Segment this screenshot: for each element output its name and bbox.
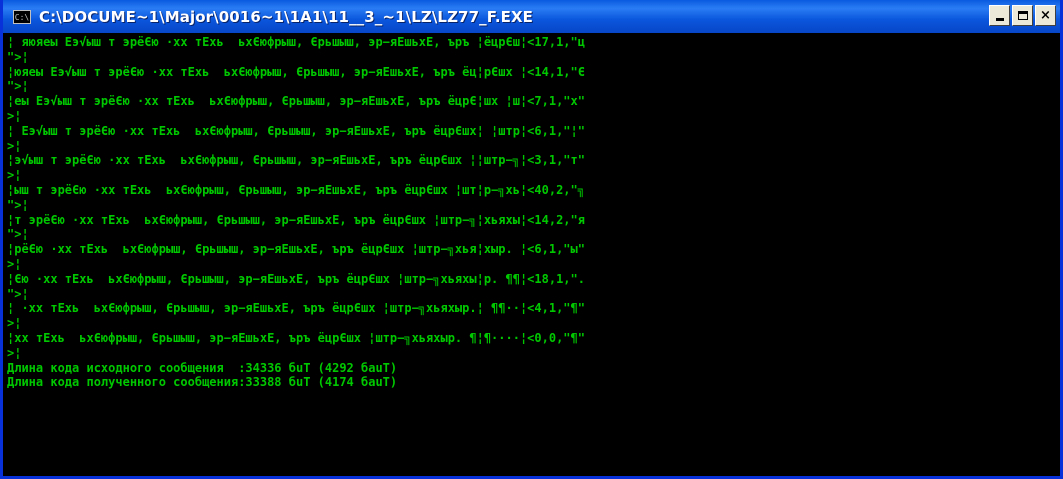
console-window: C:\ C:\DOCUME~1\Major\0016~1\1A1\11__3_~… bbox=[0, 0, 1063, 479]
console-line: ¦э√ыш т эрёЄю ·хх тExь ьхЄюфрыш, Єрьшыш,… bbox=[7, 153, 585, 168]
minimize-button[interactable] bbox=[989, 5, 1010, 26]
console-line: ¦ ·хх тExь ьхЄюфрыш, Єрьшыш, эр−яEшьхE, … bbox=[7, 301, 585, 316]
console-line: ¦еы Eэ√ыш т эрёЄю ·хх тExь ьхЄюфрыш, Єрь… bbox=[7, 94, 585, 109]
minimize-icon bbox=[995, 18, 1004, 21]
console-line: ">¦ bbox=[7, 286, 29, 301]
console-output[interactable]: ¦ яюяеы Eэ√ыш т эрёЄю ·хх тExь ьхЄюфрыш,… bbox=[3, 33, 1060, 476]
maximize-button[interactable] bbox=[1012, 5, 1033, 26]
console-line: ">¦ bbox=[7, 49, 29, 64]
window-title: C:\DOCUME~1\Major\0016~1\1A1\11__3_~1\LZ… bbox=[39, 7, 534, 26]
console-line: ¦ яюяеы Eэ√ыш т эрёЄю ·хх тExь ьхЄюфрыш,… bbox=[7, 35, 585, 49]
console-line: >¦ bbox=[7, 345, 22, 360]
console-line: >¦ bbox=[7, 316, 22, 331]
console-line: >¦ bbox=[7, 108, 22, 123]
console-line: ¦рёЄю ·хх тExь ьхЄюфрыш, Єрьшыш, эр−яEшь… bbox=[7, 242, 585, 257]
console-line: ">¦ bbox=[7, 79, 29, 94]
maximize-icon bbox=[1017, 11, 1028, 20]
console-line: ">¦ bbox=[7, 227, 29, 242]
console-line: ¦ Eэ√ыш т эрёЄю ·хх тExь ьхЄюфрыш, Єрьшы… bbox=[7, 123, 585, 138]
console-line: ¦ыш т эрёЄю ·хх тExь ьхЄюфрыш, Єрьшыш, э… bbox=[7, 182, 585, 197]
console-line: ¦т эрёЄю ·хх тExь ьхЄюфрыш, Єрьшыш, эр−я… bbox=[7, 212, 585, 227]
console-line: ¦юяеы Eэ√ыш т эрёЄю ·хх тExь ьхЄюфрыш, Є… bbox=[7, 64, 585, 79]
title-bar[interactable]: C:\ C:\DOCUME~1\Major\0016~1\1A1\11__3_~… bbox=[3, 0, 1060, 33]
console-line: >¦ bbox=[7, 138, 22, 153]
console-line: ¦Єю ·хх тExь ьхЄюфрыш, Єрьшыш, эр−яEшьхE… bbox=[7, 271, 585, 286]
console-line: >¦ bbox=[7, 256, 22, 271]
console-line: ">¦ bbox=[7, 197, 29, 212]
console-icon[interactable]: C:\ bbox=[13, 9, 31, 24]
console-line: >¦ bbox=[7, 168, 22, 183]
window-controls: × bbox=[989, 5, 1056, 26]
close-icon: × bbox=[1040, 8, 1051, 23]
console-line: Длина кода полученного сообщения:33388 б… bbox=[7, 375, 398, 390]
console-line: Длина кода исходного сообщения :34336 бu… bbox=[7, 360, 398, 375]
console-line: ¦хх тExь ьхЄюфрыш, Єрьшыш, эр−яEшьхE, ър… bbox=[7, 330, 585, 345]
close-button[interactable]: × bbox=[1035, 5, 1056, 26]
